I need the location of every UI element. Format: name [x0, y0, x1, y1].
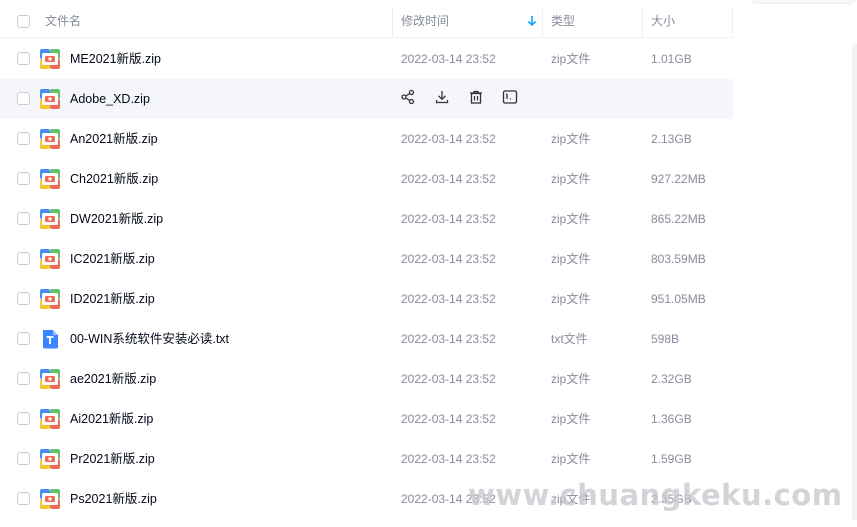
zip-archive-icon: [40, 449, 60, 469]
zip-archive-icon: [40, 169, 60, 189]
zip-archive-icon: [40, 209, 60, 229]
file-row[interactable]: Pr2021新版.zip 2022-03-14 23:52 zip文件 1.59GB: [0, 439, 733, 479]
select-all-checkbox[interactable]: [17, 15, 30, 28]
file-name[interactable]: ME2021新版.zip: [70, 39, 161, 79]
file-name[interactable]: Ch2021新版.zip: [70, 159, 158, 199]
modified-time: 2022-03-14 23:52: [401, 252, 496, 266]
file-name[interactable]: 00-WIN系统软件安装必读.txt: [70, 319, 229, 359]
file-list-header: 文件名 修改时间 类型 大小: [0, 4, 733, 38]
file-name[interactable]: ID2021新版.zip: [70, 279, 155, 319]
modified-time: 2022-03-14 23:52: [401, 132, 496, 146]
row-checkbox[interactable]: [17, 252, 30, 265]
file-type: zip文件: [551, 212, 591, 226]
file-size: 1.36GB: [651, 412, 692, 426]
row-checkbox[interactable]: [17, 92, 30, 105]
modified-time: 2022-03-14 23:52: [401, 332, 496, 346]
header-divider: [392, 8, 393, 38]
row-checkbox[interactable]: [17, 332, 30, 345]
modified-time: 2022-03-14 23:52: [401, 412, 496, 426]
scrollbar-track[interactable]: [852, 44, 857, 520]
file-size: 803.59MB: [651, 252, 706, 266]
file-size: 927.22MB: [651, 172, 706, 186]
modified-time: 2022-03-14 23:52: [401, 292, 496, 306]
row-checkbox[interactable]: [17, 452, 30, 465]
modified-time: 2022-03-14 23:52: [401, 52, 496, 66]
file-row[interactable]: IC2021新版.zip 2022-03-14 23:52 zip文件 803.59M…: [0, 239, 733, 279]
toolbar-edge: [748, 0, 857, 4]
file-size: 1.01GB: [651, 52, 692, 66]
file-type: zip文件: [551, 412, 591, 426]
arrow-down-icon[interactable]: [527, 15, 537, 27]
zip-archive-icon: [40, 409, 60, 429]
file-row[interactable]: ae2021新版.zip 2022-03-14 23:52 zip文件 2.32GB: [0, 359, 733, 399]
header-divider: [732, 8, 733, 38]
file-list: 文件名 修改时间 类型 大小 ME2021新版.zip 2022-03-14 23…: [0, 0, 857, 527]
zip-archive-icon: [40, 289, 60, 309]
header-name[interactable]: 文件名: [45, 4, 81, 38]
zip-archive-icon: [40, 129, 60, 149]
share-icon[interactable]: [400, 89, 418, 109]
row-checkbox[interactable]: [17, 52, 30, 65]
file-type: zip文件: [551, 52, 591, 66]
file-size: 1.59GB: [651, 452, 692, 466]
file-row[interactable]: An2021新版.zip 2022-03-14 23:52 zip文件 2.13GB: [0, 119, 733, 159]
file-name[interactable]: Ps2021新版.zip: [70, 479, 157, 519]
modified-time: 2022-03-14 23:52: [401, 452, 496, 466]
file-row[interactable]: DW2021新版.zip 2022-03-14 23:52 zip文件 865.22M…: [0, 199, 733, 239]
file-type: zip文件: [551, 172, 591, 186]
file-name[interactable]: Ai2021新版.zip: [70, 399, 153, 439]
zip-archive-icon: [40, 49, 60, 69]
zip-archive-icon: [40, 489, 60, 509]
file-name[interactable]: ae2021新版.zip: [70, 359, 156, 399]
zip-archive-icon: [40, 369, 60, 389]
file-name[interactable]: DW2021新版.zip: [70, 199, 163, 239]
more-icon[interactable]: [502, 89, 520, 109]
file-type: txt文件: [551, 332, 588, 346]
file-name[interactable]: Adobe_XD.zip: [70, 79, 150, 119]
file-row[interactable]: Adobe_XD.zip: [0, 79, 733, 119]
modified-time: 2022-03-14 23:52: [401, 372, 496, 386]
zip-archive-icon: [40, 249, 60, 269]
row-checkbox[interactable]: [17, 412, 30, 425]
modified-time: 2022-03-14 23:52: [401, 172, 496, 186]
header-divider: [542, 8, 543, 38]
file-name[interactable]: Pr2021新版.zip: [70, 439, 155, 479]
header-type[interactable]: 类型: [551, 4, 575, 38]
delete-icon[interactable]: [468, 89, 486, 109]
row-checkbox[interactable]: [17, 292, 30, 305]
header-size[interactable]: 大小: [651, 4, 675, 38]
watermark: www.chuangkeku.com: [468, 478, 843, 512]
file-size: 2.13GB: [651, 132, 692, 146]
download-icon[interactable]: [434, 89, 452, 109]
file-row[interactable]: ME2021新版.zip 2022-03-14 23:52 zip文件 1.01GB: [0, 39, 733, 79]
file-row[interactable]: Ai2021新版.zip 2022-03-14 23:52 zip文件 1.36GB: [0, 399, 733, 439]
row-checkbox[interactable]: [17, 372, 30, 385]
file-size: 2.32GB: [651, 372, 692, 386]
modified-time: 2022-03-14 23:52: [401, 212, 496, 226]
file-size: 951.05MB: [651, 292, 706, 306]
file-size: 598B: [651, 332, 680, 346]
header-modified-time[interactable]: 修改时间: [401, 4, 449, 38]
row-checkbox[interactable]: [17, 132, 30, 145]
file-type: zip文件: [551, 372, 591, 386]
file-type: zip文件: [551, 292, 591, 306]
zip-archive-icon: [40, 89, 60, 109]
file-name[interactable]: IC2021新版.zip: [70, 239, 155, 279]
text-file-icon: [40, 329, 60, 349]
file-size: 865.22MB: [651, 212, 706, 226]
header-divider: [642, 8, 643, 38]
file-type: zip文件: [551, 132, 591, 146]
row-checkbox[interactable]: [17, 172, 30, 185]
row-checkbox[interactable]: [17, 212, 30, 225]
file-name[interactable]: An2021新版.zip: [70, 119, 158, 159]
file-row[interactable]: ID2021新版.zip 2022-03-14 23:52 zip文件 951.05M…: [0, 279, 733, 319]
file-row[interactable]: Ch2021新版.zip 2022-03-14 23:52 zip文件 927.22M…: [0, 159, 733, 199]
file-type: zip文件: [551, 452, 591, 466]
row-checkbox[interactable]: [17, 492, 30, 505]
file-row[interactable]: 00-WIN系统软件安装必读.txt 2022-03-14 23:52 txt文件 5…: [0, 319, 733, 359]
file-type: zip文件: [551, 252, 591, 266]
